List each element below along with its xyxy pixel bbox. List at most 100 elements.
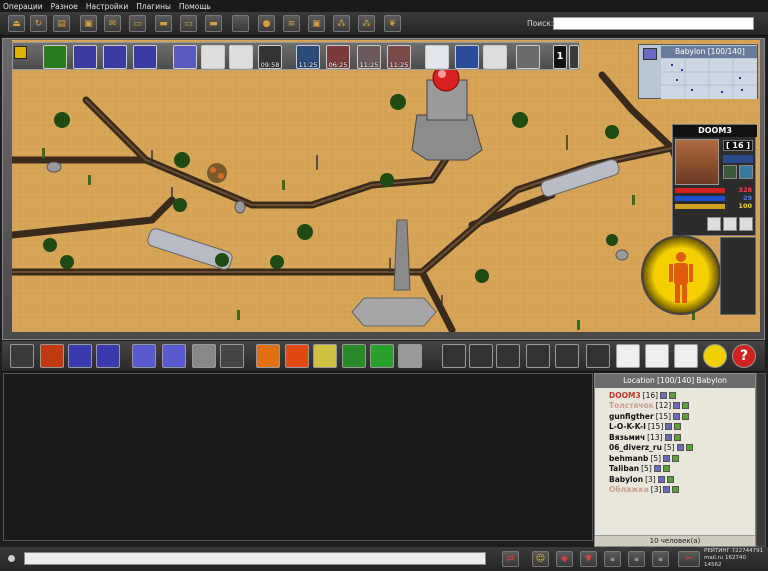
coin-icon[interactable]	[703, 344, 727, 368]
status-dot-icon[interactable]	[8, 555, 15, 562]
message-icon[interactable]	[672, 486, 680, 494]
sun-icon[interactable]	[40, 344, 64, 368]
group-icon[interactable]: ⁂	[333, 15, 350, 32]
swarm-icon[interactable]	[103, 45, 127, 69]
kick-icon[interactable]	[201, 45, 225, 69]
refresh-icon[interactable]: ↻	[30, 15, 47, 32]
smiley-icon[interactable]: ☺	[532, 551, 549, 567]
info-icon[interactable]	[665, 423, 673, 431]
target-icon[interactable]: 11:25	[387, 45, 411, 69]
player-portrait[interactable]	[675, 139, 719, 185]
window-icon[interactable]	[645, 344, 669, 368]
guard-icon[interactable]	[425, 45, 449, 69]
heal-icon[interactable]	[342, 344, 366, 368]
shirt-icon[interactable]	[739, 165, 753, 179]
soldier-icon[interactable]: 11:25	[296, 45, 320, 69]
player-list-item[interactable]: Облажка [3]	[609, 485, 755, 496]
panel-scrollbar[interactable]	[756, 373, 766, 547]
radiation-icon[interactable]	[220, 344, 244, 368]
slot-scroll-arrows[interactable]	[569, 45, 579, 69]
message-icon[interactable]	[662, 465, 670, 473]
cherry-icon[interactable]: ❦	[384, 15, 401, 32]
player-list-item[interactable]: Taliban [5]	[609, 464, 755, 475]
folder-alt-icon[interactable]: ▬	[205, 15, 222, 32]
jump-icon[interactable]	[162, 344, 186, 368]
player-list-item[interactable]: 06_diverz_ru [5]	[609, 443, 755, 454]
checklist-icon[interactable]	[674, 344, 698, 368]
trap-icon[interactable]	[313, 344, 337, 368]
minimap-toggle-icon[interactable]	[643, 48, 657, 60]
help-icon[interactable]: ?	[732, 344, 756, 368]
stretch-icon[interactable]	[96, 344, 120, 368]
bomb-icon[interactable]: ●	[258, 15, 275, 32]
player-list-item[interactable]: L-O-K-K-I [15]	[609, 422, 755, 433]
mail-icon[interactable]: ✉	[104, 15, 121, 32]
dash-icon[interactable]	[483, 45, 507, 69]
envelope-icon[interactable]: ▭	[129, 15, 146, 32]
search-input[interactable]	[553, 17, 754, 30]
menu-misc[interactable]: Разное	[51, 2, 78, 11]
exit-icon[interactable]: ⏏	[8, 15, 25, 32]
scissors-icon[interactable]: ✂	[678, 551, 700, 567]
message-icon[interactable]	[673, 433, 681, 441]
sort-icon[interactable]: ≡	[628, 551, 645, 567]
swap-icon[interactable]: ⇄	[502, 551, 519, 567]
message-icon[interactable]	[685, 444, 693, 452]
info-icon[interactable]	[657, 475, 665, 483]
info-icon[interactable]	[653, 465, 661, 473]
status-icon[interactable]	[723, 165, 737, 179]
player-list-item[interactable]: Babylon [3]	[609, 474, 755, 485]
team-icon[interactable]	[707, 217, 721, 231]
player-list-item[interactable]: DOOM3 [16]	[609, 390, 755, 401]
folder-open-icon[interactable]: ▭	[180, 15, 197, 32]
menu-help[interactable]: Помощь	[179, 2, 211, 11]
regen-icon[interactable]	[370, 344, 394, 368]
player-list-item[interactable]: behmanb [5]	[609, 453, 755, 464]
player-list-item[interactable]: Толстячок [12]	[609, 401, 755, 412]
needle-icon[interactable]	[398, 344, 422, 368]
blank-icon[interactable]	[232, 15, 249, 32]
shield-icon[interactable]	[43, 45, 67, 69]
flame-icon[interactable]	[285, 344, 309, 368]
info-icon[interactable]	[663, 486, 671, 494]
meditate-icon[interactable]	[10, 344, 34, 368]
barrel-icon[interactable]	[192, 344, 216, 368]
chat-log[interactable]	[3, 373, 593, 541]
backpack-icon[interactable]: ▣	[80, 15, 97, 32]
chat-input[interactable]	[24, 552, 486, 565]
info-icon[interactable]	[664, 433, 672, 441]
chat-bubble-icon[interactable]	[586, 344, 610, 368]
orb-icon[interactable]	[173, 45, 197, 69]
sit-icon[interactable]	[739, 217, 753, 231]
rifle-icon[interactable]	[516, 45, 540, 69]
player-list-item[interactable]: Вязьмич [13]	[609, 432, 755, 443]
info-icon[interactable]	[673, 402, 681, 410]
bullet-icon[interactable]: 11:25	[357, 45, 381, 69]
info-icon[interactable]	[676, 444, 684, 452]
info-icon[interactable]	[673, 412, 681, 420]
menu-settings[interactable]: Настройки	[86, 2, 128, 11]
list-toggle-icon[interactable]: ≡	[604, 551, 621, 567]
flask-icon[interactable]	[616, 344, 640, 368]
slot-number[interactable]: 1	[553, 45, 567, 69]
message-icon[interactable]	[672, 454, 680, 462]
eraser-icon[interactable]: ◆	[556, 551, 573, 567]
explosion-icon[interactable]	[256, 344, 280, 368]
sprint-icon[interactable]: 09:58	[258, 45, 282, 69]
inventory-icon[interactable]: ▤	[53, 15, 70, 32]
body-health-gauge[interactable]	[641, 235, 721, 315]
tree-icon[interactable]	[526, 344, 550, 368]
rating-counter[interactable]: РЕЙТИНГ 722744791 mail.ru 162740 14562	[704, 548, 764, 570]
menu-plugins[interactable]: Плагины	[136, 2, 171, 11]
list-icon[interactable]: ≡	[283, 15, 300, 32]
spider-icon[interactable]	[73, 45, 97, 69]
down-arrow-icon[interactable]: ▼	[580, 551, 597, 567]
message-icon[interactable]	[666, 475, 674, 483]
folder-icon[interactable]: ▬	[155, 15, 172, 32]
burst-icon[interactable]	[132, 344, 156, 368]
settings-icon[interactable]	[723, 217, 737, 231]
message-icon[interactable]	[682, 402, 690, 410]
save-icon[interactable]: ▣	[308, 15, 325, 32]
player-list-item[interactable]: gunfigther [15]	[609, 411, 755, 422]
message-icon[interactable]	[669, 391, 677, 399]
